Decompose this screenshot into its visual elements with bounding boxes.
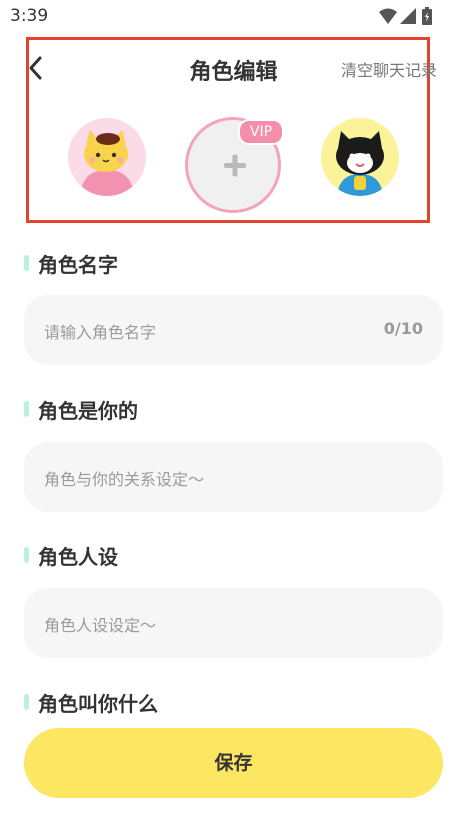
role-relation-input[interactable]: 角色与你的关系设定～ xyxy=(24,442,443,512)
section-title-persona: 角色人设 xyxy=(38,545,118,569)
role-name-counter: 0/10 xyxy=(383,319,423,338)
avatar-option-pink-cat[interactable] xyxy=(68,118,146,196)
role-name-input[interactable]: 请输入角色名字 0/10 xyxy=(24,295,443,365)
cat-avatar-icon xyxy=(321,118,399,196)
cat-avatar-icon xyxy=(68,118,146,196)
wifi-icon xyxy=(379,8,397,24)
role-relation-placeholder: 角色与你的关系设定～ xyxy=(44,470,205,489)
section-title-name: 角色名字 xyxy=(38,253,118,277)
section-title-relation: 角色是你的 xyxy=(38,399,138,423)
clear-chat-history-button[interactable]: 清空聊天记录 xyxy=(341,57,437,81)
battery-icon xyxy=(422,7,432,25)
save-button[interactable]: 保存 xyxy=(24,728,443,798)
role-name-placeholder: 请输入角色名字 xyxy=(44,323,157,342)
vip-badge: VIP xyxy=(238,119,284,145)
status-icons xyxy=(377,6,437,26)
role-persona-placeholder: 角色人设设定～ xyxy=(44,616,157,635)
section-title-callname: 角色叫你什么 xyxy=(38,692,158,716)
section-marker xyxy=(24,547,29,563)
section-marker xyxy=(24,694,29,710)
status-time: 3:39 xyxy=(10,6,49,26)
section-marker xyxy=(24,255,29,271)
section-marker xyxy=(24,401,29,417)
avatar-option-black-cat[interactable] xyxy=(321,118,399,196)
role-persona-input[interactable]: 角色人设设定～ xyxy=(24,588,443,658)
status-bar: 3:39 xyxy=(0,0,467,32)
signal-icon xyxy=(400,8,416,24)
